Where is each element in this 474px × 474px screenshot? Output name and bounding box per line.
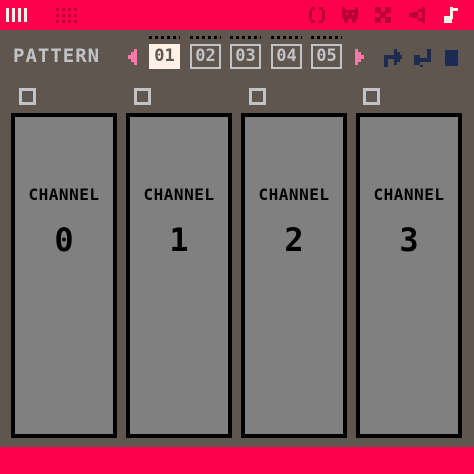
previous-pattern-arrow-icon[interactable] (125, 47, 139, 67)
pattern-indicator-dots (311, 36, 342, 39)
top-toolbar (0, 0, 474, 30)
loop-start-icon[interactable] (380, 47, 404, 69)
grid-dots-icon[interactable] (54, 5, 84, 25)
pattern-indicator-dots (190, 36, 221, 39)
channel-number: 1 (169, 221, 189, 259)
pattern-button-01[interactable]: 01 (149, 44, 180, 69)
sprite-editor-icon[interactable] (340, 5, 360, 25)
pattern-indicator-dots (149, 36, 180, 39)
pattern-button-02[interactable]: 02 (190, 44, 221, 69)
bottom-status-bar (0, 447, 474, 474)
channel-0-toggle[interactable] (19, 88, 36, 105)
channel-panel-3[interactable]: CHANNEL 3 (356, 113, 462, 438)
channel-panel-1[interactable]: CHANNEL 1 (126, 113, 232, 438)
channel-label: CHANNEL (143, 185, 215, 204)
next-pattern-arrow-icon[interactable] (353, 47, 367, 67)
loop-back-icon[interactable] (410, 47, 434, 69)
pattern-button-04[interactable]: 04 (271, 44, 302, 69)
menu-bars-icon[interactable] (4, 5, 48, 25)
channel-number: 2 (284, 221, 304, 259)
channel-number: 3 (399, 221, 419, 259)
pattern-label: PATTERN (13, 45, 101, 67)
pattern-indicator-dots (230, 36, 261, 39)
channel-panel-0[interactable]: CHANNEL 0 (11, 113, 117, 438)
channel-1-toggle[interactable] (134, 88, 151, 105)
music-editor-icon[interactable] (440, 5, 460, 25)
channel-3-toggle[interactable] (363, 88, 380, 105)
channel-panel-2[interactable]: CHANNEL 2 (241, 113, 347, 438)
code-editor-icon[interactable] (307, 5, 327, 25)
stop-icon[interactable] (440, 47, 464, 69)
map-editor-icon[interactable] (373, 5, 393, 25)
sfx-editor-icon[interactable] (407, 5, 427, 25)
pattern-indicator-dots (271, 36, 302, 39)
channel-label: CHANNEL (373, 185, 445, 204)
channel-label: CHANNEL (258, 185, 330, 204)
pattern-button-03[interactable]: 03 (230, 44, 261, 69)
channel-label: CHANNEL (28, 185, 100, 204)
pattern-button-05[interactable]: 05 (311, 44, 342, 69)
channel-number: 0 (54, 221, 74, 259)
channel-2-toggle[interactable] (249, 88, 266, 105)
